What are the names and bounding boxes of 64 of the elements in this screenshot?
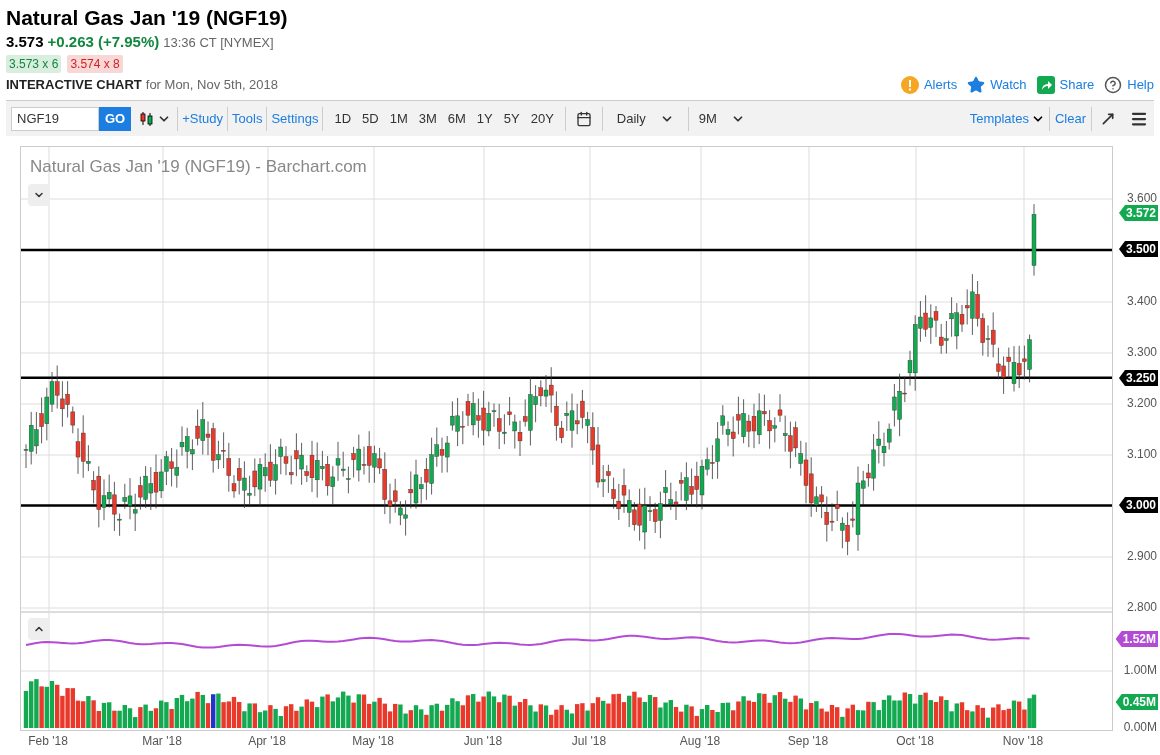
share-icon xyxy=(1036,76,1055,94)
go-button[interactable]: GO xyxy=(99,106,132,131)
axis-label: 3.600 xyxy=(1126,190,1157,206)
toolbar-link[interactable]: +Study xyxy=(178,108,228,129)
price-badge: 3.000 xyxy=(1118,497,1158,513)
action-link[interactable]: Alerts xyxy=(900,75,958,95)
price-badge: 1.52M xyxy=(1115,631,1158,647)
month-label: Apr '18 xyxy=(248,734,286,748)
range-button[interactable]: 3M xyxy=(413,108,442,129)
month-label: Aug '18 xyxy=(679,734,721,748)
month-label: Sep '18 xyxy=(787,734,829,748)
period-dropdown[interactable]: 9M xyxy=(688,108,755,129)
range-button[interactable]: 6M xyxy=(442,108,471,129)
month-label: Feb '18 xyxy=(28,734,68,748)
axis-label: 0.00M xyxy=(1123,719,1157,735)
quote-time: 13:36 CT [NYMEX] xyxy=(163,34,274,52)
chart-date: for Mon, Nov 5th, 2018 xyxy=(145,76,279,95)
chart-watermark-title: Natural Gas Jan '19 (NGF19) - Barchart.com xyxy=(30,156,367,178)
clear-link[interactable]: Clear xyxy=(1049,108,1091,129)
help-icon xyxy=(1104,76,1123,94)
page-title: Natural Gas Jan '19 (NGF19) xyxy=(6,5,289,31)
interval-dropdown[interactable]: Daily xyxy=(602,108,688,129)
toolbar-link[interactable]: Tools xyxy=(228,108,267,129)
axis-label: 3.100 xyxy=(1126,446,1157,462)
chart-heading: INTERACTIVE CHART xyxy=(6,76,142,95)
range-button[interactable]: 1D xyxy=(329,108,357,129)
calendar-icon[interactable] xyxy=(575,110,592,127)
month-label: Nov '18 xyxy=(1002,734,1044,748)
range-button[interactable]: 1Y xyxy=(471,108,498,129)
candlestick-icon xyxy=(139,110,156,127)
last-price: 3.573 xyxy=(6,32,44,52)
price-badge: 3.572 xyxy=(1118,205,1158,221)
month-label: May '18 xyxy=(352,734,394,748)
axis-label: 3.200 xyxy=(1126,395,1157,411)
price-badge: 3.500 xyxy=(1118,241,1158,257)
action-link[interactable]: Share xyxy=(1036,75,1095,95)
axis-label: 3.300 xyxy=(1126,344,1157,360)
price-badge: 3.250 xyxy=(1118,370,1158,386)
collapse-button[interactable] xyxy=(28,184,50,206)
expand-button[interactable] xyxy=(28,618,50,640)
exclamation-icon xyxy=(900,76,919,94)
range-button[interactable]: 5D xyxy=(357,108,384,129)
range-button[interactable]: 1M xyxy=(384,108,413,129)
axis-label: 2.800 xyxy=(1126,599,1157,615)
ask-quote: 3.574 x 8 xyxy=(67,55,123,73)
range-button[interactable]: 20Y xyxy=(525,108,559,129)
expand-icon[interactable] xyxy=(1100,110,1116,127)
month-label: Oct '18 xyxy=(896,734,934,748)
month-label: Jun '18 xyxy=(463,734,503,748)
action-link[interactable]: Watch xyxy=(967,75,1027,95)
action-link[interactable]: Help xyxy=(1104,75,1154,95)
star-icon xyxy=(967,76,986,94)
axis-label: 1.00M xyxy=(1123,662,1157,678)
templates-dropdown[interactable]: Templates xyxy=(965,108,1049,129)
range-button[interactable]: 5Y xyxy=(498,108,525,129)
month-label: Jul '18 xyxy=(571,734,607,748)
toolbar-link[interactable]: Settings xyxy=(267,108,323,129)
price-badge: 0.45M xyxy=(1115,694,1158,710)
axis-label: 3.400 xyxy=(1126,293,1157,309)
bid-quote: 3.573 x 6 xyxy=(6,55,62,73)
symbol-field[interactable]: NGF19 xyxy=(11,106,99,131)
axis-label: 2.900 xyxy=(1126,548,1157,564)
month-label: Mar '18 xyxy=(142,734,182,748)
price-change: +0.263 (+7.95%) xyxy=(47,32,160,52)
